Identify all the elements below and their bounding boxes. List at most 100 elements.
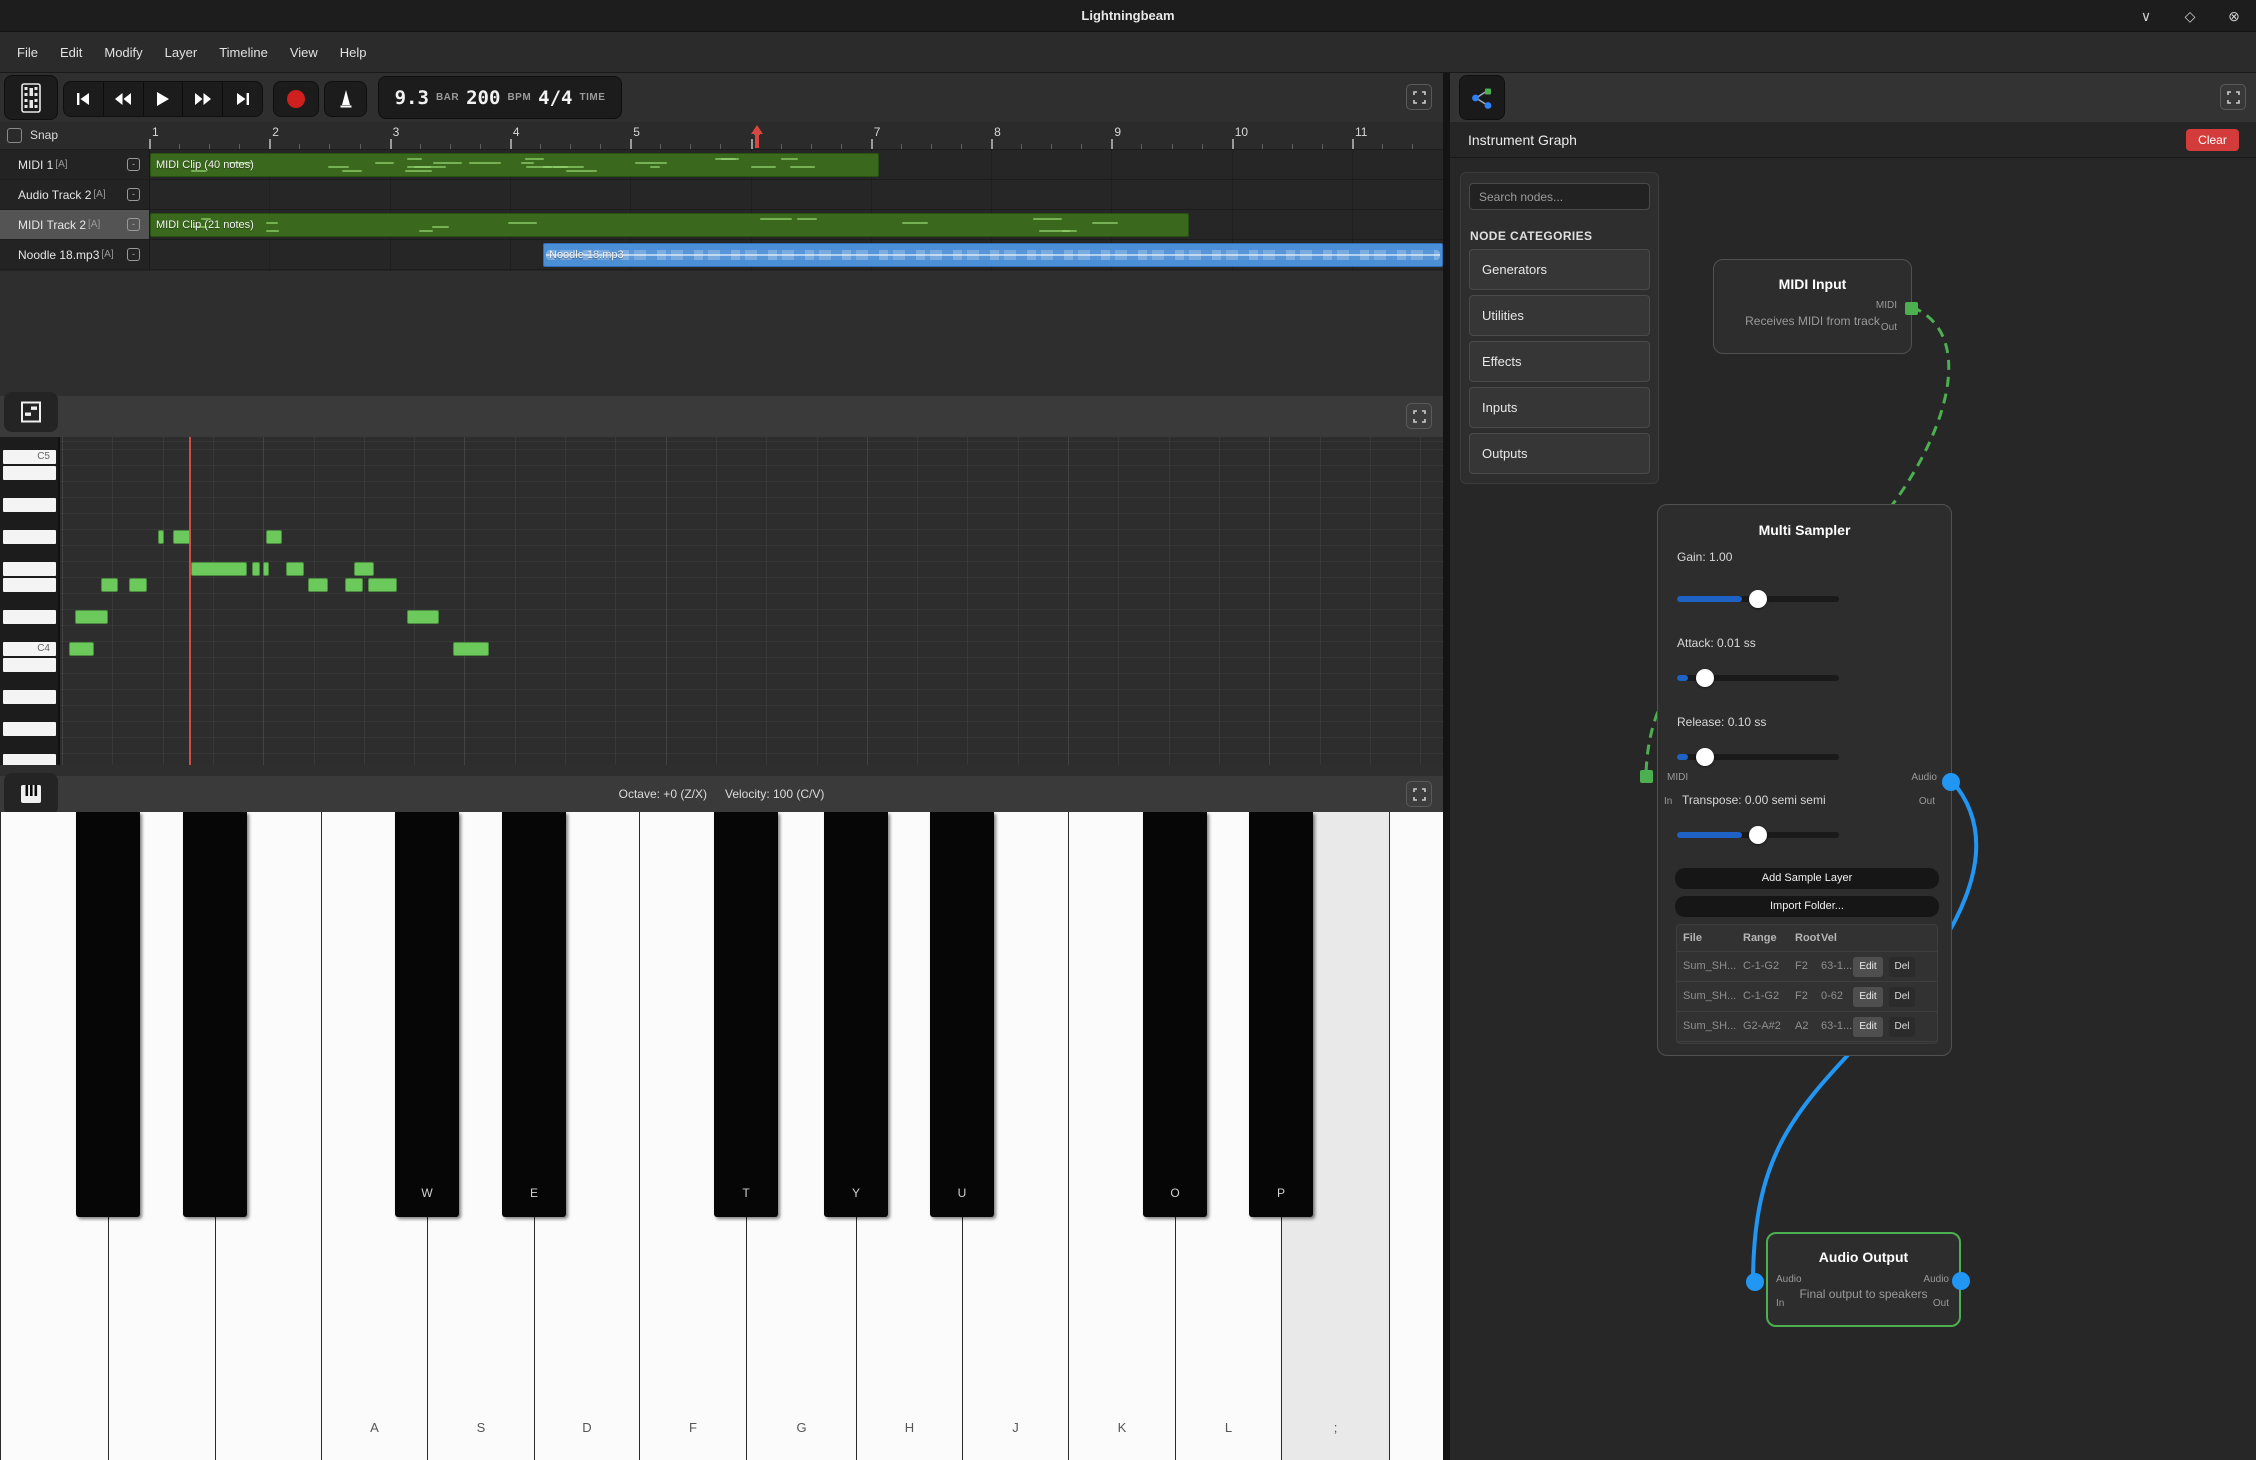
track-header-4[interactable]: Noodle 18.mp3[A]- (0, 240, 150, 269)
mini-key-white[interactable] (3, 658, 56, 672)
clear-button[interactable]: Clear (2186, 129, 2239, 151)
category-inputs[interactable]: Inputs (1469, 387, 1650, 428)
piano-roll-mode-button[interactable] (4, 392, 58, 432)
rewind-button[interactable] (104, 82, 144, 116)
close-button[interactable]: ⊗ (2219, 0, 2249, 32)
midi-out-port[interactable] (1905, 302, 1918, 315)
midi-note[interactable] (252, 562, 260, 576)
black-key-E[interactable]: E (502, 812, 566, 1217)
slider-thumb[interactable] (1696, 748, 1714, 766)
search-input[interactable] (1469, 183, 1650, 210)
maximize-button[interactable]: ◇ (2175, 0, 2205, 32)
piano-roll-expand-button[interactable] (1406, 403, 1432, 429)
slider-thumb[interactable] (1749, 826, 1767, 844)
mini-key-white[interactable]: C4 (3, 642, 56, 656)
minimize-button[interactable]: ∨ (2131, 0, 2161, 32)
graph-canvas[interactable]: NODE CATEGORIES GeneratorsUtilitiesEffec… (1450, 158, 2256, 1460)
track-toggle[interactable]: - (127, 218, 140, 231)
snap-checkbox[interactable] (7, 128, 22, 143)
midi-note[interactable] (129, 578, 147, 592)
mini-key-white[interactable] (3, 530, 56, 544)
record-button[interactable] (273, 81, 319, 117)
graph-view-button[interactable] (1459, 75, 1505, 120)
track-toggle[interactable]: - (127, 158, 140, 171)
slider-thumb[interactable] (1696, 669, 1714, 687)
panel-divider[interactable] (1443, 73, 1450, 1460)
clip-midi[interactable]: MIDI Clip (21 notes) (150, 213, 1189, 237)
menu-file[interactable]: File (6, 32, 49, 73)
del-button[interactable]: Del (1889, 957, 1915, 977)
mini-key-white[interactable] (3, 754, 56, 765)
midi-note[interactable] (101, 578, 118, 592)
skip-start-button[interactable] (64, 82, 104, 116)
menu-modify[interactable]: Modify (93, 32, 153, 73)
category-generators[interactable]: Generators (1469, 249, 1650, 290)
add-sample-layer-button[interactable]: Add Sample Layer (1675, 868, 1939, 889)
keyboard-expand-button[interactable] (1406, 781, 1432, 807)
menu-help[interactable]: Help (329, 32, 378, 73)
menu-layer[interactable]: Layer (154, 32, 209, 73)
black-key-Y[interactable]: Y (824, 812, 888, 1217)
midi-note[interactable] (308, 578, 328, 592)
black-key-U[interactable]: U (930, 812, 994, 1217)
audio-out-port[interactable] (1952, 1272, 1970, 1290)
node-midi-input[interactable]: MIDI Input Receives MIDI from track MIDI… (1713, 259, 1912, 354)
piano-roll-playhead[interactable] (189, 437, 191, 765)
edit-button[interactable]: Edit (1853, 987, 1883, 1007)
midi-note[interactable] (266, 530, 282, 544)
midi-note[interactable] (354, 562, 374, 576)
timeline-ruler[interactable]: Snap 1234567891011 (0, 122, 1443, 150)
mini-key-white[interactable] (3, 578, 56, 592)
track-header-3[interactable]: MIDI Track 2[A]- (0, 210, 150, 239)
mini-key-white[interactable] (3, 722, 56, 736)
black-key-P[interactable]: P (1249, 812, 1313, 1217)
menu-timeline[interactable]: Timeline (208, 32, 279, 73)
category-utilities[interactable]: Utilities (1469, 295, 1650, 336)
midi-note[interactable] (69, 642, 94, 656)
skip-end-button[interactable] (223, 82, 262, 116)
mini-key-white[interactable] (3, 562, 56, 576)
menu-edit[interactable]: Edit (49, 32, 93, 73)
category-outputs[interactable]: Outputs (1469, 433, 1650, 474)
mini-key-white[interactable] (3, 690, 56, 704)
node-multi-sampler[interactable]: Multi Sampler Gain: 1.00 Attack: 0.01 ss… (1657, 504, 1952, 1056)
mini-key-white[interactable] (3, 466, 56, 480)
midi-note[interactable] (407, 610, 439, 624)
menu-view[interactable]: View (279, 32, 329, 73)
timeline-expand-button[interactable] (1406, 84, 1432, 110)
midi-note[interactable] (191, 562, 247, 576)
film-button[interactable] (4, 75, 58, 120)
black-key[interactable] (76, 812, 140, 1217)
mini-key-white[interactable] (3, 498, 56, 512)
black-key-T[interactable]: T (714, 812, 778, 1217)
audio-out-port[interactable] (1942, 773, 1960, 791)
release-slider[interactable] (1677, 754, 1839, 760)
play-button[interactable] (144, 82, 184, 116)
white-key[interactable] (1389, 812, 1443, 1460)
graph-expand-button[interactable] (2220, 84, 2246, 110)
del-button[interactable]: Del (1889, 987, 1915, 1007)
node-audio-output[interactable]: Audio Output Final output to speakers Au… (1766, 1232, 1961, 1327)
slider-thumb[interactable] (1749, 590, 1767, 608)
edit-button[interactable]: Edit (1853, 1017, 1883, 1037)
gain-slider[interactable] (1677, 596, 1839, 602)
midi-note[interactable] (158, 530, 164, 544)
edit-button[interactable]: Edit (1853, 957, 1883, 977)
transport-display[interactable]: 9.3 BAR 200 BPM 4/4 TIME (378, 76, 622, 119)
midi-in-port[interactable] (1640, 770, 1653, 783)
category-effects[interactable]: Effects (1469, 341, 1650, 382)
midi-note[interactable] (453, 642, 489, 656)
midi-note[interactable] (345, 578, 363, 592)
metronome-button[interactable] (324, 81, 367, 117)
del-button[interactable]: Del (1889, 1017, 1915, 1037)
import-folder-button[interactable]: Import Folder... (1675, 896, 1939, 917)
mini-key-white[interactable] (3, 610, 56, 624)
midi-note[interactable] (368, 578, 397, 592)
clip-audio[interactable]: Noodle 18.mp3 (543, 243, 1443, 267)
mini-key-white[interactable]: C5 (3, 450, 56, 464)
track-toggle[interactable]: - (127, 248, 140, 261)
attack-slider[interactable] (1677, 675, 1839, 681)
midi-note[interactable] (286, 562, 304, 576)
fast-forward-button[interactable] (183, 82, 223, 116)
track-header-2[interactable]: Audio Track 2[A]- (0, 180, 150, 209)
